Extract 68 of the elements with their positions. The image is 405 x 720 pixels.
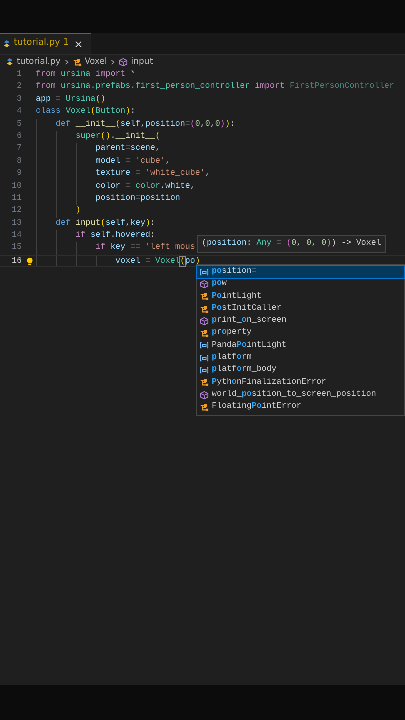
suggestion-item[interactable]: platform_body [197, 364, 404, 377]
code-line: parent=scene, [36, 143, 160, 156]
code-line: if key == 'left mous [36, 242, 196, 255]
line-number: 14 [11, 230, 23, 242]
class-tree-icon [200, 329, 209, 338]
lightbulb-icon [26, 256, 34, 266]
line-number: 1 [16, 69, 23, 81]
code-line: app = Ursina() [36, 94, 106, 106]
suggestion-item[interactable]: PandaPointLight [197, 340, 404, 352]
suggestion-item[interactable]: print_on_screen [197, 315, 404, 328]
line-number: 15 [11, 242, 23, 254]
class-tree-icon [200, 292, 209, 302]
editor-tab[interactable]: tutorial.py 1 × [0, 33, 92, 54]
line-number: 2 [16, 81, 23, 94]
class-tree-icon [200, 304, 209, 314]
chevron-icon [64, 58, 70, 66]
suggestion-item[interactable]: platform [197, 352, 404, 364]
suggestion-item[interactable]: FloatingPointError [197, 401, 404, 414]
suggestion-item[interactable]: PythonFinalizationError [197, 376, 404, 389]
line-number: 7 [16, 143, 23, 156]
line-number: 3 [16, 94, 23, 106]
line-number: 9 [16, 168, 23, 180]
class-tree-icon [200, 378, 209, 388]
breadcrumb-item[interactable]: Voxel [84, 56, 108, 68]
variable-icon [200, 268, 209, 277]
close-button[interactable]: × [72, 38, 86, 50]
cube-icon [200, 390, 209, 400]
code-line: def __init__(self,position=(0,0,0)): [36, 118, 236, 131]
breadcrumb-item[interactable]: input [131, 56, 154, 68]
suggestion-item[interactable]: PointLight [197, 290, 404, 303]
code-line: super().__init__( [36, 130, 161, 144]
python-file-icon [6, 58, 14, 66]
code-line: texture = 'white_cube', [36, 168, 210, 181]
code-line: position=position [36, 192, 180, 206]
line-number: 6 [16, 130, 23, 143]
code-line: model = 'cube', [36, 156, 170, 168]
code-line: ) [36, 205, 81, 218]
cube-icon [119, 58, 128, 66]
parameter-hint: (position: Any = (0, 0, 0)) -> Voxel [197, 235, 386, 254]
suggestion-item[interactable]: PostInitCaller [197, 302, 404, 316]
variable-icon [200, 366, 209, 376]
suggestion-item[interactable]: property [197, 327, 404, 340]
suggestion-item[interactable]: position= [197, 266, 404, 278]
code-line: color = color.white, [36, 180, 196, 193]
code-line: if self.hovered: [36, 230, 156, 242]
code-line: class Voxel(Button): [36, 106, 136, 118]
variable-icon [200, 341, 209, 350]
cube-icon [200, 316, 209, 326]
line-number: 5 [16, 118, 23, 131]
line-number: 8 [16, 156, 23, 168]
chevron-icon [110, 58, 116, 66]
python-file-icon [3, 40, 11, 48]
line-number: 12 [11, 205, 23, 218]
line-number: 11 [11, 192, 23, 205]
line-number: 16 [11, 256, 23, 266]
class-tree-icon [200, 402, 209, 412]
line-number: 4 [16, 106, 23, 118]
breadcrumb-item[interactable]: tutorial.py [17, 56, 61, 68]
suggestion-item[interactable]: pow [197, 278, 404, 291]
line-number: 10 [11, 180, 23, 193]
class-tree-icon [72, 58, 82, 66]
code-line: def input(self,key): [36, 218, 156, 230]
cube-icon [200, 280, 209, 289]
suggestion-item[interactable]: world_position_to_screen_position [197, 388, 404, 402]
code-line: from ursina import * [36, 69, 136, 81]
variable-icon [200, 354, 209, 363]
code-line: from ursina.prefabs.first_person_controller import FirstPersonController [36, 81, 395, 94]
line-number: 13 [11, 218, 23, 230]
